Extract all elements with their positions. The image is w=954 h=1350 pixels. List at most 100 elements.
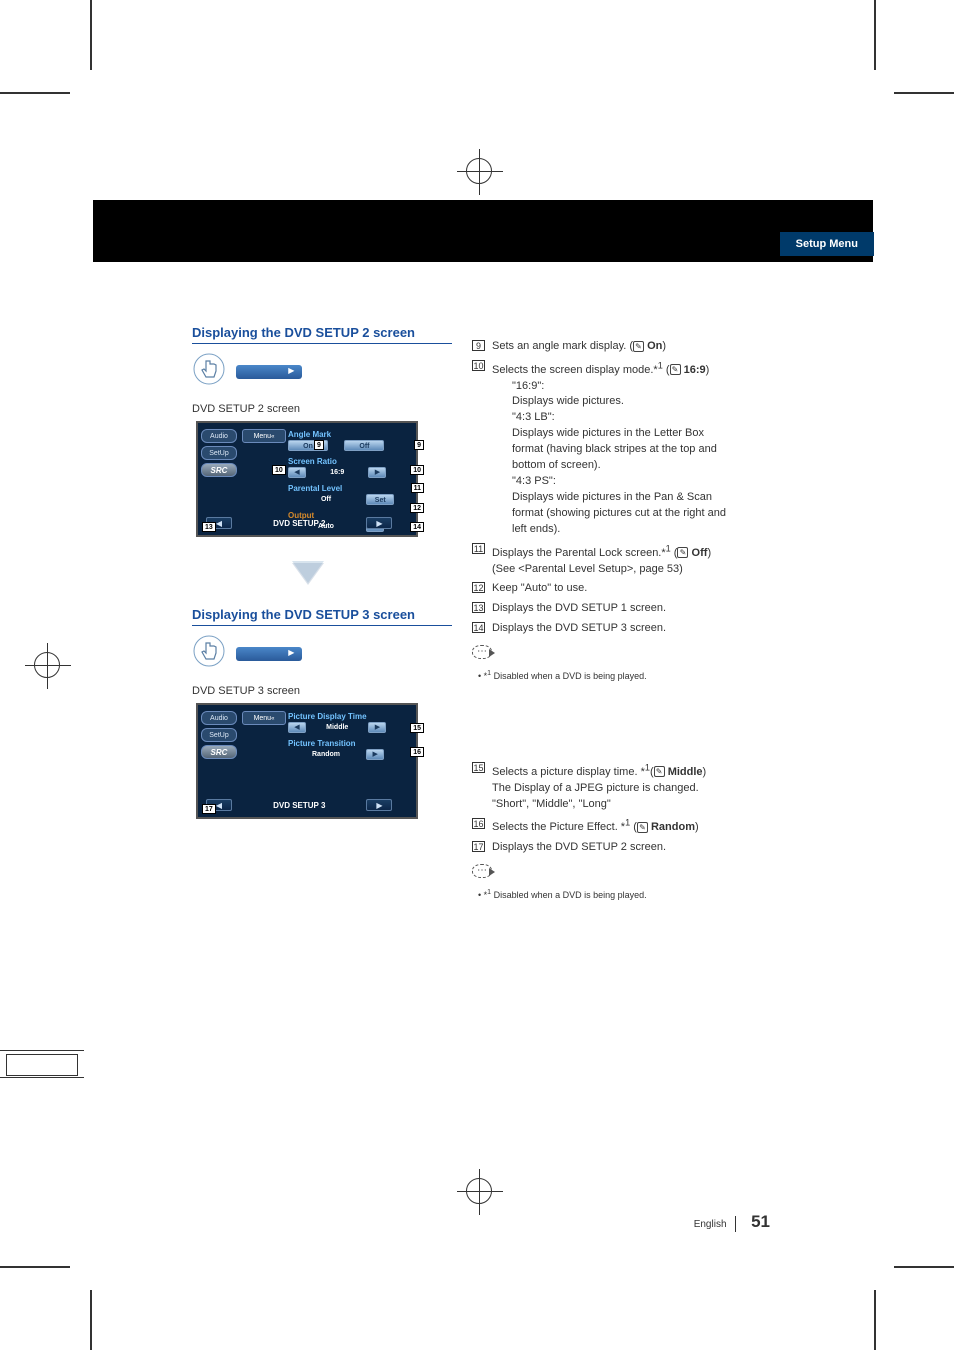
footer-language: English [694,1219,727,1230]
dvd-setup-3-screenshot: Audio SetUp SRC Menu« Picture Display Ti… [196,703,418,819]
parental-set-button[interactable]: Set [366,494,394,505]
item-subtext: (See <Parental Level Setup>, page 53) [492,562,772,578]
header-band [93,200,873,262]
list-item: 14 Displays the DVD SETUP 3 screen. [472,621,772,637]
page-footer: English 51 [694,1212,770,1232]
next-arrow-button[interactable] [236,647,302,661]
crop-mark [874,0,876,70]
callout-12: 12 [410,503,424,513]
item-number: 15 [472,762,485,773]
page-number: 51 [751,1212,770,1231]
row-screen-ratio-label: Screen Ratio [288,457,412,466]
ratio-prev-button[interactable]: ◀ [288,467,306,478]
touch-hand-icon [192,634,226,673]
def-val: Displays wide pictures in the Letter Box… [512,426,732,474]
list-item: 13 Displays the DVD SETUP 1 screen. [472,601,772,617]
note-icon [472,864,492,878]
setup2-description-list: 9 Sets an angle mark display. (✎ On) 10 … [472,339,772,637]
callout-9-b: 9 [414,440,424,450]
list-item: 16 Selects the Picture Effect. *1 (✎ Ran… [472,817,772,837]
next-arrow-button[interactable] [236,365,302,379]
callout-17: 17 [202,804,216,814]
displaytime-next-button[interactable]: ▶ [368,722,386,733]
crop-mark [874,1290,876,1350]
list-item: 12 Keep "Auto" to use. [472,581,772,597]
default-icon: ✎ [654,766,665,777]
registration-mark [466,1178,492,1204]
crop-mark [894,1266,954,1268]
row-parental-label: Parental Level [288,484,412,493]
callout-10: 10 [272,465,286,475]
note-icon [472,645,492,659]
list-item: 10 Selects the screen display mode.*1 (✎… [472,359,772,538]
callout-13: 13 [202,522,216,532]
transition-value: Random [288,749,364,760]
item-number: 11 [472,543,485,554]
section-title-dvd-setup-3: Displaying the DVD SETUP 3 screen [192,607,452,626]
default-icon: ✎ [633,341,644,352]
section-title-dvd-setup-2: Displaying the DVD SETUP 2 screen [192,325,452,344]
registration-mark [466,158,492,184]
callout-15: 15 [410,723,424,733]
item-text: Keep "Auto" to use. [492,582,587,594]
angle-off-button[interactable]: Off [344,440,384,451]
item-subtext: "Short", "Middle", "Long" [492,797,772,813]
crop-mark [0,1266,70,1268]
list-item: 9 Sets an angle mark display. (✎ On) [472,339,772,355]
crop-mark [90,0,92,70]
side-src-button[interactable]: SRC [201,745,237,759]
item-text: Selects the screen display mode.*1 (✎ 16… [492,364,709,376]
item-number: 13 [472,602,485,613]
list-item: 17 Displays the DVD SETUP 2 screen. [472,840,772,856]
crop-mark [0,92,70,94]
footer-title: DVD SETUP 2 [234,517,364,530]
down-arrow-icon [292,561,324,583]
transition-next-button[interactable]: ▶ [366,749,384,760]
crop-mark [90,1290,92,1350]
item-number: 9 [472,340,485,351]
item-text: Displays the DVD SETUP 2 screen. [492,841,666,853]
parental-value: Off [288,494,364,505]
dvd-setup-2-screenshot: Audio SetUp SRC Menu« Angle Mark On Off … [196,421,418,537]
footer-title: DVD SETUP 3 [234,799,364,812]
side-audio-button[interactable]: Audio [201,711,237,725]
fold-mark [0,1050,84,1078]
registration-mark [34,652,60,678]
item-number: 12 [472,582,485,593]
def-val: Displays wide pictures in the Pan & Scan… [512,490,732,538]
setup3-description-list: 15 Selects a picture display time. *1(✎ … [472,761,772,856]
item-number: 16 [472,818,485,829]
ratio-next-button[interactable]: ▶ [368,467,386,478]
ratio-value: 16:9 [308,467,366,478]
callout-14: 14 [410,522,424,532]
default-icon: ✎ [677,547,688,558]
crop-mark [894,92,954,94]
side-setup-button[interactable]: SetUp [201,728,237,742]
screenshot-caption: DVD SETUP 3 screen [192,685,452,697]
displaytime-prev-button[interactable]: ◀ [288,722,306,733]
default-icon: ✎ [637,822,648,833]
header-tab: Setup Menu [780,232,874,256]
item-text: Selects the Picture Effect. *1 (✎ Random… [492,821,699,833]
footer-next-button[interactable]: ▶ [366,799,392,811]
item-text: Sets an angle mark display. (✎ On) [492,340,666,352]
def-key: "16:9": [512,379,558,395]
footer-next-button[interactable]: ▶ [366,517,392,529]
screenshot-caption: DVD SETUP 2 screen [192,403,452,415]
item-text: Displays the DVD SETUP 3 screen. [492,622,666,634]
callout-9: 9 [314,440,324,450]
side-src-button[interactable]: SRC [201,463,237,477]
side-setup-button[interactable]: SetUp [201,446,237,460]
list-item: 11 Displays the Parental Lock screen.*1 … [472,542,772,578]
displaytime-value: Middle [308,722,366,733]
def-val: Displays wide pictures. [512,394,732,410]
item-subtext: The Display of a JPEG picture is changed… [492,781,772,797]
touch-row [192,634,452,673]
row-angle-mark-label: Angle Mark [288,430,412,439]
side-audio-button[interactable]: Audio [201,429,237,443]
row-transition-label: Picture Transition [288,739,412,748]
touch-hand-icon [192,352,226,391]
def-key: "4:3 PS": [512,474,558,490]
note-text: • *1 Disabled when a DVD is being played… [478,888,772,902]
row-display-time-label: Picture Display Time [288,712,412,721]
